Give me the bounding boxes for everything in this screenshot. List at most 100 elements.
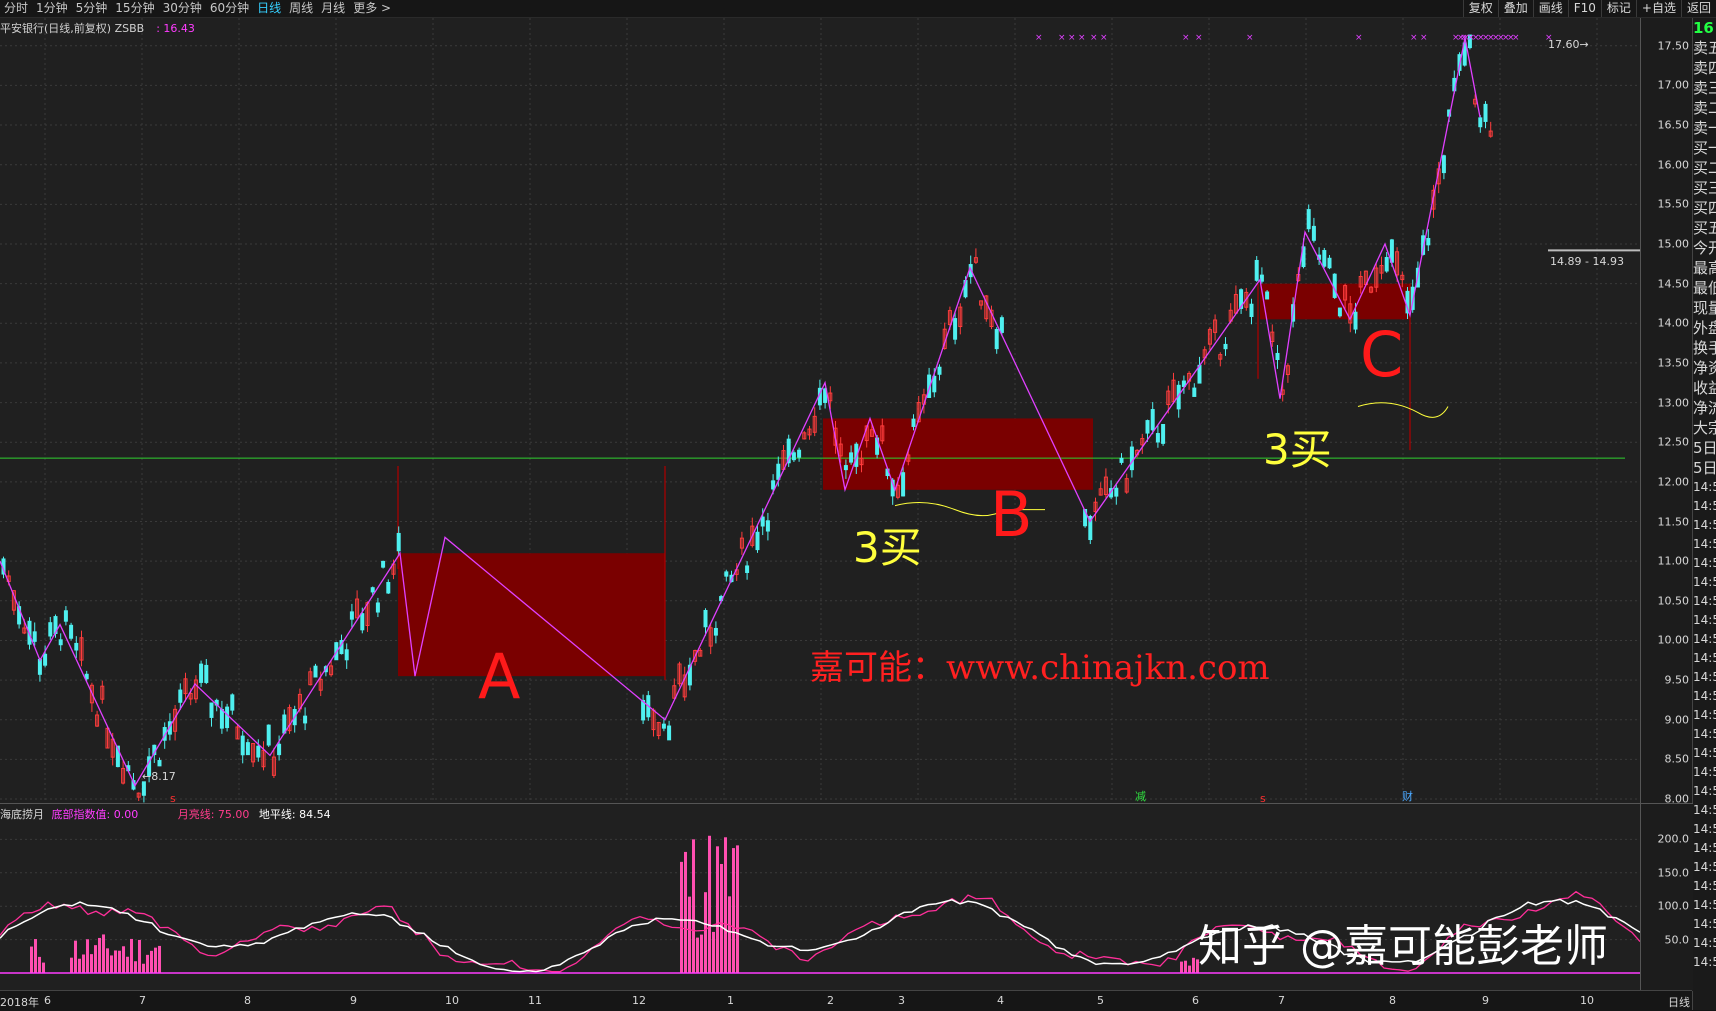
candle-body	[1353, 311, 1358, 330]
sidebar-item: 卖五	[1693, 39, 1716, 57]
date-tick: 8	[1389, 994, 1396, 1007]
toolbar-button-2[interactable]: 画线	[1532, 0, 1568, 17]
sidebar-item: 净流	[1693, 399, 1716, 417]
candle-body	[791, 452, 796, 461]
toolbar-button-1[interactable]: 叠加	[1497, 0, 1533, 17]
candle-body	[1259, 274, 1264, 282]
indicator-bar	[110, 955, 113, 973]
toolbar-button-4[interactable]: 标记	[1600, 0, 1636, 17]
marker-jian: 减	[1135, 790, 1146, 803]
toolbar-button-3[interactable]: F10	[1567, 0, 1601, 17]
candle-body	[256, 745, 261, 758]
sidebar-item: 5日	[1693, 439, 1716, 457]
signal-marker: ×	[1068, 33, 1076, 43]
candle-body	[1223, 343, 1228, 350]
sidebar-price: 16	[1693, 19, 1714, 37]
sidebar-time: 14:5	[1693, 708, 1716, 722]
sidebar-time: 14:5	[1693, 651, 1716, 665]
price-tick: 9.50	[1664, 673, 1690, 687]
sidebar-time: 14:5	[1693, 689, 1716, 703]
candle-body	[43, 653, 48, 666]
candle-body	[667, 725, 672, 741]
indicator-bar	[150, 950, 153, 973]
price-tick: 13.00	[1657, 396, 1690, 410]
candle-body	[266, 724, 271, 746]
indicator-name: 海底捞月	[0, 808, 44, 821]
indicator-bar	[712, 931, 715, 973]
date-tick: 10	[1580, 994, 1594, 1007]
date-tick: 7	[139, 994, 146, 1007]
sidebar-item: 买五	[1693, 219, 1716, 237]
indicator-bar	[38, 956, 41, 973]
price-tick: 17.50	[1657, 39, 1690, 53]
sidebar-time: 14:5	[1693, 803, 1716, 817]
candle-body	[703, 609, 708, 628]
tab-9[interactable]: 更多 >	[349, 0, 395, 17]
sidebar-time: 14:5	[1693, 822, 1716, 836]
candle-body	[74, 642, 79, 651]
tab-5[interactable]: 60分钟	[206, 0, 253, 17]
date-tick: 2018年	[0, 996, 39, 1009]
sidebar-time: 14:5	[1693, 480, 1716, 494]
tab-3[interactable]: 15分钟	[111, 0, 158, 17]
sidebar-time: 14:5	[1693, 917, 1716, 931]
tab-1[interactable]: 1分钟	[32, 0, 72, 17]
toolbar-right-buttons: 复权 叠加 画线 F10 标记 +自选 返回	[1462, 0, 1716, 17]
candle-body	[1311, 225, 1316, 241]
candle-body	[745, 565, 750, 573]
toolbar-button-5[interactable]: +自选	[1635, 0, 1681, 17]
indicator-bar	[74, 940, 77, 973]
indicator-bar	[700, 934, 703, 973]
candle-body	[209, 702, 214, 718]
date-tick: 3	[898, 994, 905, 1007]
date-tick: 1	[727, 994, 734, 1007]
signal-marker: ×	[1512, 33, 1520, 43]
candle-body	[303, 715, 308, 724]
toolbar-button-0[interactable]: 复权	[1462, 0, 1498, 17]
candle-body	[375, 602, 380, 613]
date-tick: 4	[997, 994, 1004, 1007]
indicator-tick: 150.0	[1657, 866, 1690, 880]
candle-body	[713, 627, 718, 636]
indicator-bar	[126, 956, 129, 973]
sidebar-time: 14:5	[1693, 727, 1716, 741]
candle-body	[1384, 257, 1389, 272]
zone-box-b	[823, 418, 1093, 490]
indicator-bar	[1188, 965, 1191, 973]
tab-6[interactable]: 日线	[253, 0, 285, 17]
sidebar-time: 14:5	[1693, 537, 1716, 551]
candle-body	[661, 723, 666, 729]
indicator-tick: 50.0	[1664, 933, 1690, 947]
candle-body	[219, 709, 224, 729]
price-axis: 17.50 17.00 16.50 16.00 15.50 15.00 14.50 14.00…	[1640, 18, 1693, 806]
candle-body	[199, 663, 204, 683]
tab-4[interactable]: 30分钟	[159, 0, 206, 17]
sidebar-item: 卖一	[1693, 119, 1716, 137]
candle-body	[1119, 457, 1124, 463]
price-tick: 12.00	[1657, 475, 1690, 489]
indicator-bar	[90, 954, 93, 973]
period-indicator[interactable]: 日线	[1668, 994, 1690, 1010]
quote-sidebar: 16 卖五卖四卖三卖二卖一买一买二买三买四买五今开最高最低现量外盘换手净资收益净…	[1692, 18, 1716, 1010]
tab-7[interactable]: 周线	[285, 0, 317, 17]
tab-0[interactable]: 分时	[0, 0, 32, 17]
tab-8[interactable]: 月线	[317, 0, 349, 17]
candle-body	[760, 516, 765, 527]
high-annotation: 17.60→	[1548, 38, 1589, 51]
indicator-moon-label: 月亮线: 75.00	[177, 808, 250, 821]
indicator-bar	[114, 950, 117, 973]
price-tick: 10.50	[1657, 594, 1690, 608]
candle-body	[1161, 424, 1166, 444]
sidebar-time: 14:5	[1693, 518, 1716, 532]
candle-body	[999, 317, 1004, 333]
indicator-bar	[1184, 960, 1187, 973]
tab-2[interactable]: 5分钟	[72, 0, 112, 17]
indicator-bar	[94, 945, 97, 973]
sidebar-time: 14:5	[1693, 898, 1716, 912]
indicator-bar	[696, 937, 699, 973]
toolbar-button-6[interactable]: 返回	[1680, 0, 1716, 17]
candle-body	[1441, 155, 1446, 174]
date-tick: 11	[528, 994, 542, 1007]
chart-title-text: 平安银行(日线,前复权) ZSBB	[0, 22, 145, 35]
candle-body	[911, 418, 916, 427]
